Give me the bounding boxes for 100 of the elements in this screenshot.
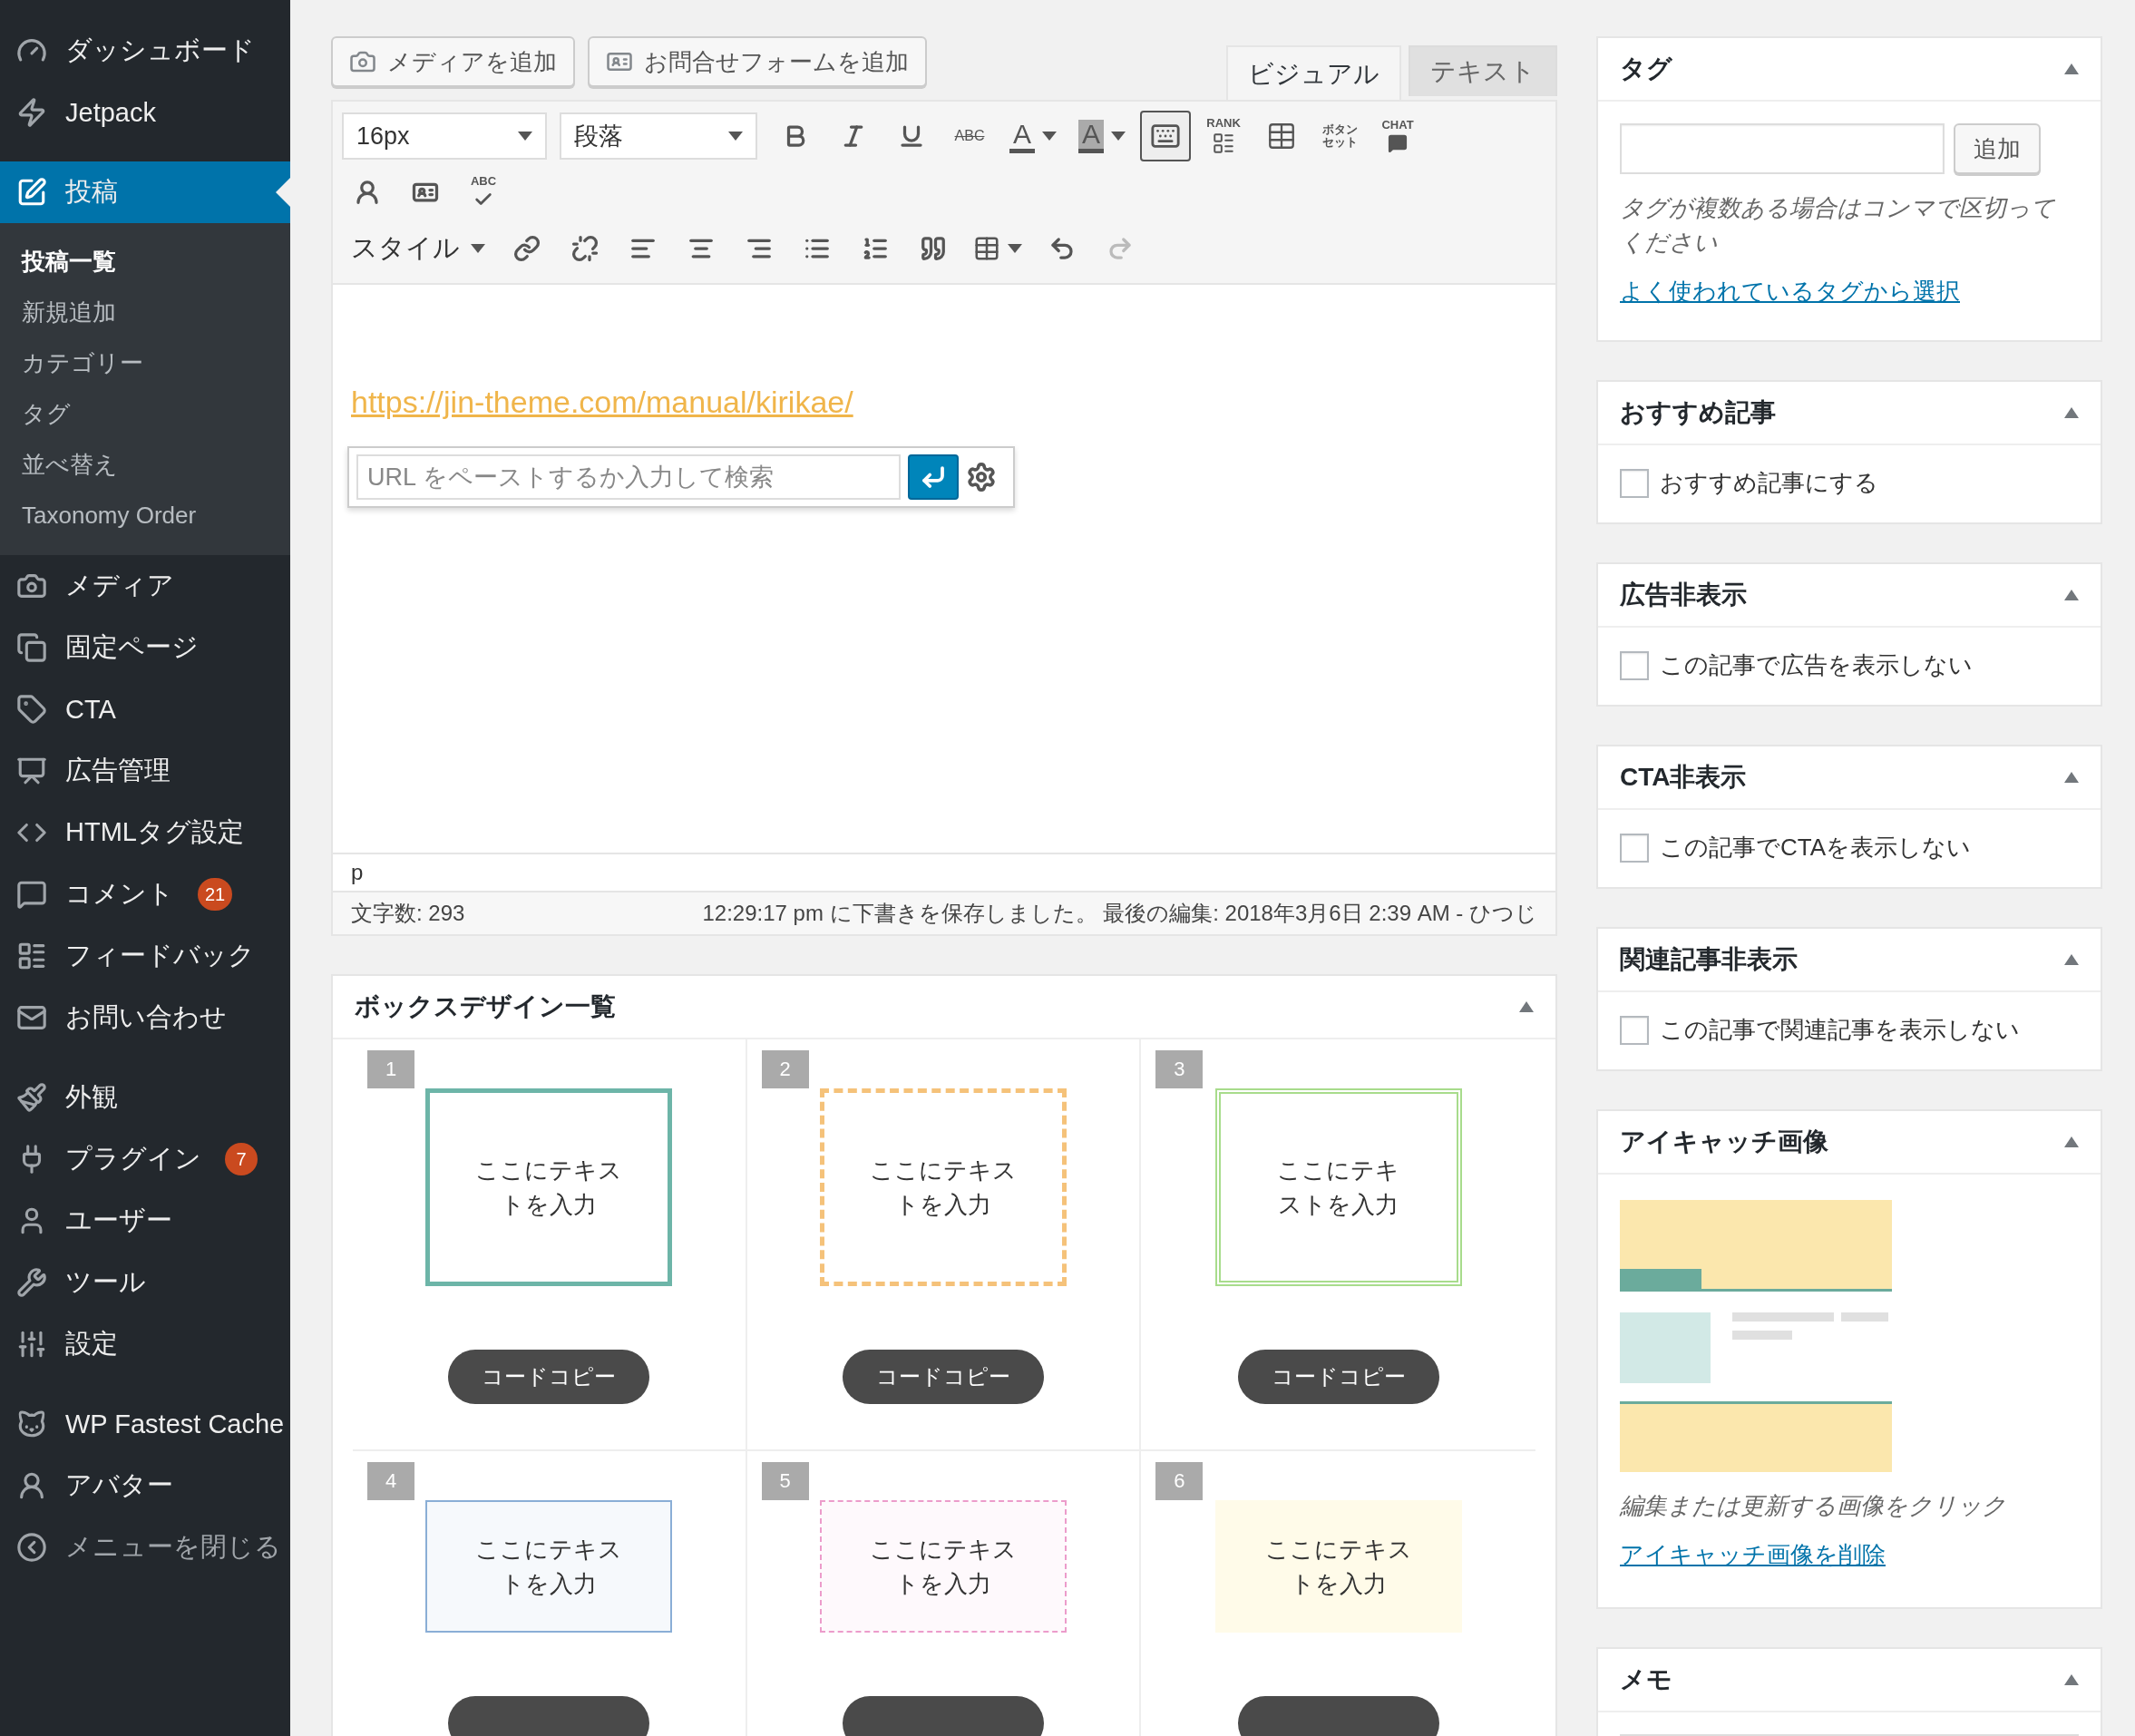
- toggle-icon[interactable]: [2064, 1674, 2079, 1685]
- unlink-icon: [571, 235, 599, 262]
- box-sample: ここにテキストを入力: [425, 1088, 673, 1286]
- bolt-icon: [16, 97, 47, 128]
- url-input[interactable]: URL をペーストするか入力して検索: [356, 454, 901, 500]
- add-button[interactable]: 追加: [1954, 123, 2041, 174]
- panel-title: メモ: [1620, 1664, 1672, 1695]
- submenu-item[interactable]: 新規追加: [0, 287, 290, 337]
- tag-input[interactable]: [1620, 123, 1945, 174]
- checkbox[interactable]: [1620, 833, 1649, 863]
- sidebar-item[interactable]: Jetpack: [0, 82, 290, 143]
- sidebar-item[interactable]: アバター: [0, 1455, 290, 1517]
- quote-icon: [920, 235, 947, 262]
- caret-icon: [1008, 244, 1022, 253]
- chat-label: CHAT: [1381, 119, 1414, 132]
- remove-image-link[interactable]: アイキャッチ画像を削除: [1620, 1539, 2079, 1571]
- number-label: 2: [761, 1050, 809, 1088]
- checkbox[interactable]: [1620, 468, 1649, 498]
- sidebar-item[interactable]: お問い合わせ: [0, 987, 290, 1048]
- toggle-icon[interactable]: [2064, 954, 2079, 965]
- submenu-item[interactable]: 投稿一覧: [0, 236, 290, 287]
- pages-icon: [16, 632, 47, 663]
- sidebar-item[interactable]: ダッシュボード: [0, 20, 290, 82]
- keyboard-button[interactable]: [1140, 111, 1192, 161]
- toggle-icon[interactable]: [2064, 407, 2079, 418]
- copy-button[interactable]: [843, 1696, 1044, 1736]
- box-sample: ここにテキストを入力: [1214, 1500, 1462, 1633]
- checkbox-label: おすすめ記事にする: [1660, 468, 1878, 498]
- submenu-item[interactable]: タグ: [0, 388, 290, 439]
- caret-icon: [1111, 132, 1126, 141]
- panel-title: アイキャッチ画像: [1620, 1126, 1828, 1157]
- sidebar-item[interactable]: 投稿: [0, 161, 290, 223]
- panel-title: ボックスデザイン一覧: [355, 991, 616, 1022]
- speech-bubble-icon: [1388, 133, 1408, 153]
- toggle-icon[interactable]: [2064, 63, 2079, 74]
- sidebar-item[interactable]: フィードバック: [0, 925, 290, 987]
- rank-button[interactable]: RANK: [1198, 111, 1250, 161]
- enter-icon: [920, 463, 947, 491]
- submenu-item[interactable]: カテゴリー: [0, 337, 290, 388]
- copy-button[interactable]: コードコピー: [843, 1350, 1044, 1404]
- paintbrush-icon: [16, 1082, 47, 1113]
- copy-button[interactable]: コードコピー: [448, 1350, 650, 1404]
- count-badge: 7: [225, 1143, 258, 1175]
- checkbox-label: この記事で関連記事を表示しない: [1660, 1015, 2020, 1045]
- add-form-button[interactable]: お問合せフォームを追加: [588, 36, 927, 87]
- sidebar-item[interactable]: 外観: [0, 1067, 290, 1128]
- toggle-icon[interactable]: [2064, 772, 2079, 783]
- sidebar-item[interactable]: WP Fastest Cache: [0, 1393, 290, 1455]
- pencil-square-icon: [16, 177, 47, 208]
- checkbox[interactable]: [1620, 1015, 1649, 1045]
- sidebar-item[interactable]: コメント 21: [0, 863, 290, 925]
- number-label: 6: [1155, 1462, 1204, 1500]
- format-select[interactable]: 段落: [560, 112, 757, 160]
- caret-icon: [728, 132, 743, 141]
- tag-icon: [16, 694, 47, 725]
- panel-title: おすすめ記事: [1620, 397, 1776, 428]
- text-color-button[interactable]: A: [1002, 111, 1064, 161]
- toggle-icon[interactable]: [2064, 590, 2079, 600]
- panel-title: タグ: [1620, 54, 1672, 84]
- font-size-select[interactable]: 16px: [342, 112, 547, 160]
- settings-icon[interactable]: [966, 462, 997, 493]
- button-set-button[interactable]: ボタンセット: [1314, 111, 1366, 161]
- sidebar-item[interactable]: 設定: [0, 1313, 290, 1375]
- sidebar-item[interactable]: プラグイン 7: [0, 1128, 290, 1190]
- copy-button[interactable]: [1237, 1696, 1439, 1736]
- avatar-icon: [354, 179, 381, 206]
- copy-button[interactable]: [448, 1696, 650, 1736]
- copy-button[interactable]: コードコピー: [1237, 1350, 1439, 1404]
- style-dropdown[interactable]: スタイル: [342, 223, 494, 274]
- toggle-icon[interactable]: [1519, 1001, 1534, 1012]
- spellcheck-button[interactable]: ABC: [458, 167, 509, 218]
- apply-button[interactable]: [908, 454, 959, 500]
- featured-image[interactable]: [1620, 1200, 1892, 1472]
- sidebar-item[interactable]: メディア: [0, 555, 290, 617]
- strikethrough-button[interactable]: ABC: [944, 111, 995, 161]
- toggle-icon[interactable]: [2064, 1136, 2079, 1147]
- sidebar-item[interactable]: CTA: [0, 678, 290, 740]
- editor-tab[interactable]: テキスト: [1409, 45, 1557, 96]
- submenu-item[interactable]: 並べ替え: [0, 439, 290, 490]
- sidebar-item[interactable]: メニューを閉じる: [0, 1517, 290, 1578]
- background-color-label: A: [1078, 119, 1105, 153]
- box-sample: ここにテキストを入力: [425, 1500, 673, 1633]
- box-sample: ここにテキストを入力: [820, 1500, 1067, 1633]
- checkbox[interactable]: [1620, 650, 1649, 680]
- link-icon: [513, 235, 541, 262]
- count-badge: 21: [198, 878, 233, 911]
- editor-tab[interactable]: ビジュアル: [1226, 45, 1401, 102]
- sidebar-item[interactable]: 広告管理: [0, 740, 290, 802]
- sidebar-item[interactable]: HTMLタグ設定: [0, 802, 290, 863]
- text-color-label: A: [1009, 119, 1035, 153]
- add-media-button[interactable]: メディアを追加: [331, 36, 575, 87]
- chat-button[interactable]: CHAT: [1372, 111, 1424, 161]
- sidebar-item[interactable]: ユーザー: [0, 1190, 290, 1252]
- sidebar-item[interactable]: ツール: [0, 1252, 290, 1313]
- rank-label: RANK: [1206, 117, 1241, 130]
- list-icon: [1212, 132, 1236, 155]
- speech-bubble-icon: [16, 879, 47, 910]
- sidebar-item[interactable]: 固定ページ: [0, 617, 290, 678]
- popular-tags-link[interactable]: よく使われているタグから選択: [1620, 276, 2079, 307]
- submenu-item[interactable]: Taxonomy Order: [0, 490, 290, 541]
